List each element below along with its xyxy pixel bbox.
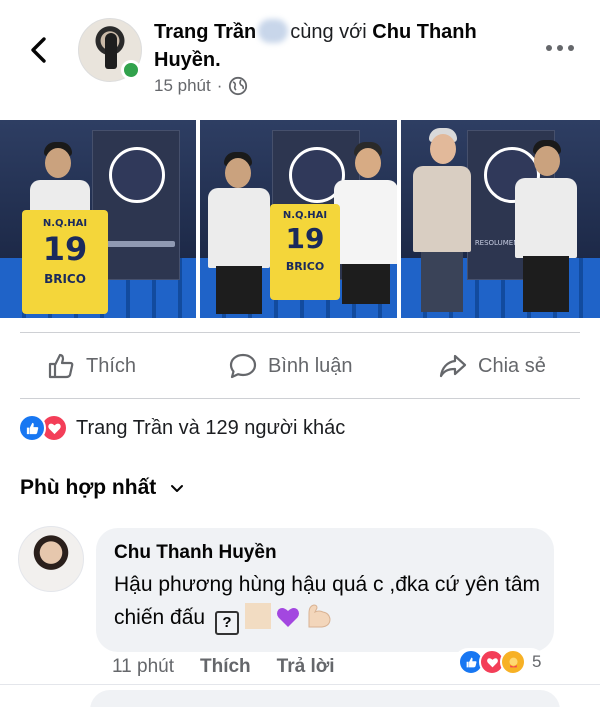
comment-time[interactable]: 11 phút — [112, 656, 174, 678]
post-time[interactable]: 15 phút — [154, 76, 211, 96]
unknown-emoji-icon: ? — [214, 610, 239, 635]
skin-tone-emoji-icon — [244, 603, 271, 629]
meta-separator: · — [216, 76, 223, 95]
comment-button[interactable]: Bình luận — [228, 346, 353, 386]
club-crest-icon — [109, 147, 165, 203]
back-button[interactable] — [22, 32, 58, 68]
more-options-button[interactable] — [546, 38, 580, 58]
comment-text: Hậu phương hùng hậu quá c ,đka cứ yên tâ… — [114, 568, 544, 635]
like-label: Thích — [86, 354, 137, 377]
comment-bubble: Chu Thanh Huyền Hậu phương hùng hậu quá … — [96, 528, 554, 652]
comment-label: Bình luận — [268, 354, 353, 377]
share-label: Chia sẻ — [478, 354, 546, 377]
comment-reactions[interactable]: 5 — [454, 648, 546, 676]
jersey: N.Q.HAI 19 BRICO — [22, 210, 108, 314]
thumbs-up-icon — [48, 353, 74, 379]
photo-grid: N.Q.HAI 19 BRICO N.Q.HAI 19 BRICO RESOLU… — [0, 120, 600, 318]
comment-sort-dropdown[interactable]: Phù hợp nhất — [20, 476, 186, 500]
composer-divider — [0, 684, 600, 685]
chevron-left-icon — [31, 37, 46, 63]
with-text: cùng với — [290, 21, 367, 43]
reactions-summary[interactable]: Trang Trần và 129 người khác — [18, 414, 345, 442]
divider — [20, 398, 580, 399]
online-status-dot — [121, 60, 141, 80]
commenter-avatar[interactable] — [18, 526, 84, 592]
more-dots-icon — [546, 45, 552, 51]
globe-icon — [229, 76, 248, 96]
author-name[interactable]: Trang Trần — [154, 21, 256, 43]
photo-2[interactable]: N.Q.HAI 19 BRICO — [200, 120, 397, 318]
divider — [20, 332, 580, 333]
comment-reply-button[interactable]: Trả lời — [277, 656, 335, 678]
chevron-down-icon — [171, 485, 184, 492]
reactions-summary-text: Trang Trần và 129 người khác — [76, 416, 346, 439]
comment-reaction-count: 5 — [532, 652, 542, 671]
post-meta: 15 phút · — [154, 76, 248, 96]
comment-bubble-icon — [229, 353, 257, 379]
comment-composer-input[interactable] — [90, 690, 560, 707]
redaction-blur — [258, 19, 289, 43]
comment-meta: 11 phút Thích Trả lời — [112, 656, 335, 678]
share-button[interactable]: Chia sẻ — [438, 346, 546, 386]
share-arrow-icon — [439, 354, 467, 378]
reaction-icons — [18, 414, 68, 442]
flexed-biceps-icon — [308, 604, 331, 628]
photo-3[interactable]: RESOLUMENT PALOIS — [401, 120, 600, 318]
comment-like-button[interactable]: Thích — [200, 656, 251, 678]
photo-1[interactable]: N.Q.HAI 19 BRICO — [0, 120, 196, 318]
like-reaction-icon — [18, 414, 46, 442]
like-button[interactable]: Thích — [46, 346, 136, 386]
purple-heart-icon — [276, 608, 299, 627]
post-actions-bar: Thích Bình luận Chia sẻ — [0, 336, 600, 398]
post-header: Trang Trần cùng với Chu Thanh Huyền. 15 p… — [0, 0, 600, 112]
post-author-line: Trang Trần cùng với Chu Thanh Huyền. — [154, 18, 534, 74]
jersey: N.Q.HAI 19 BRICO — [270, 204, 340, 300]
care-reaction-icon — [500, 649, 526, 675]
sort-label: Phù hợp nhất — [20, 476, 157, 499]
commenter-name[interactable]: Chu Thanh Huyền — [114, 542, 277, 564]
